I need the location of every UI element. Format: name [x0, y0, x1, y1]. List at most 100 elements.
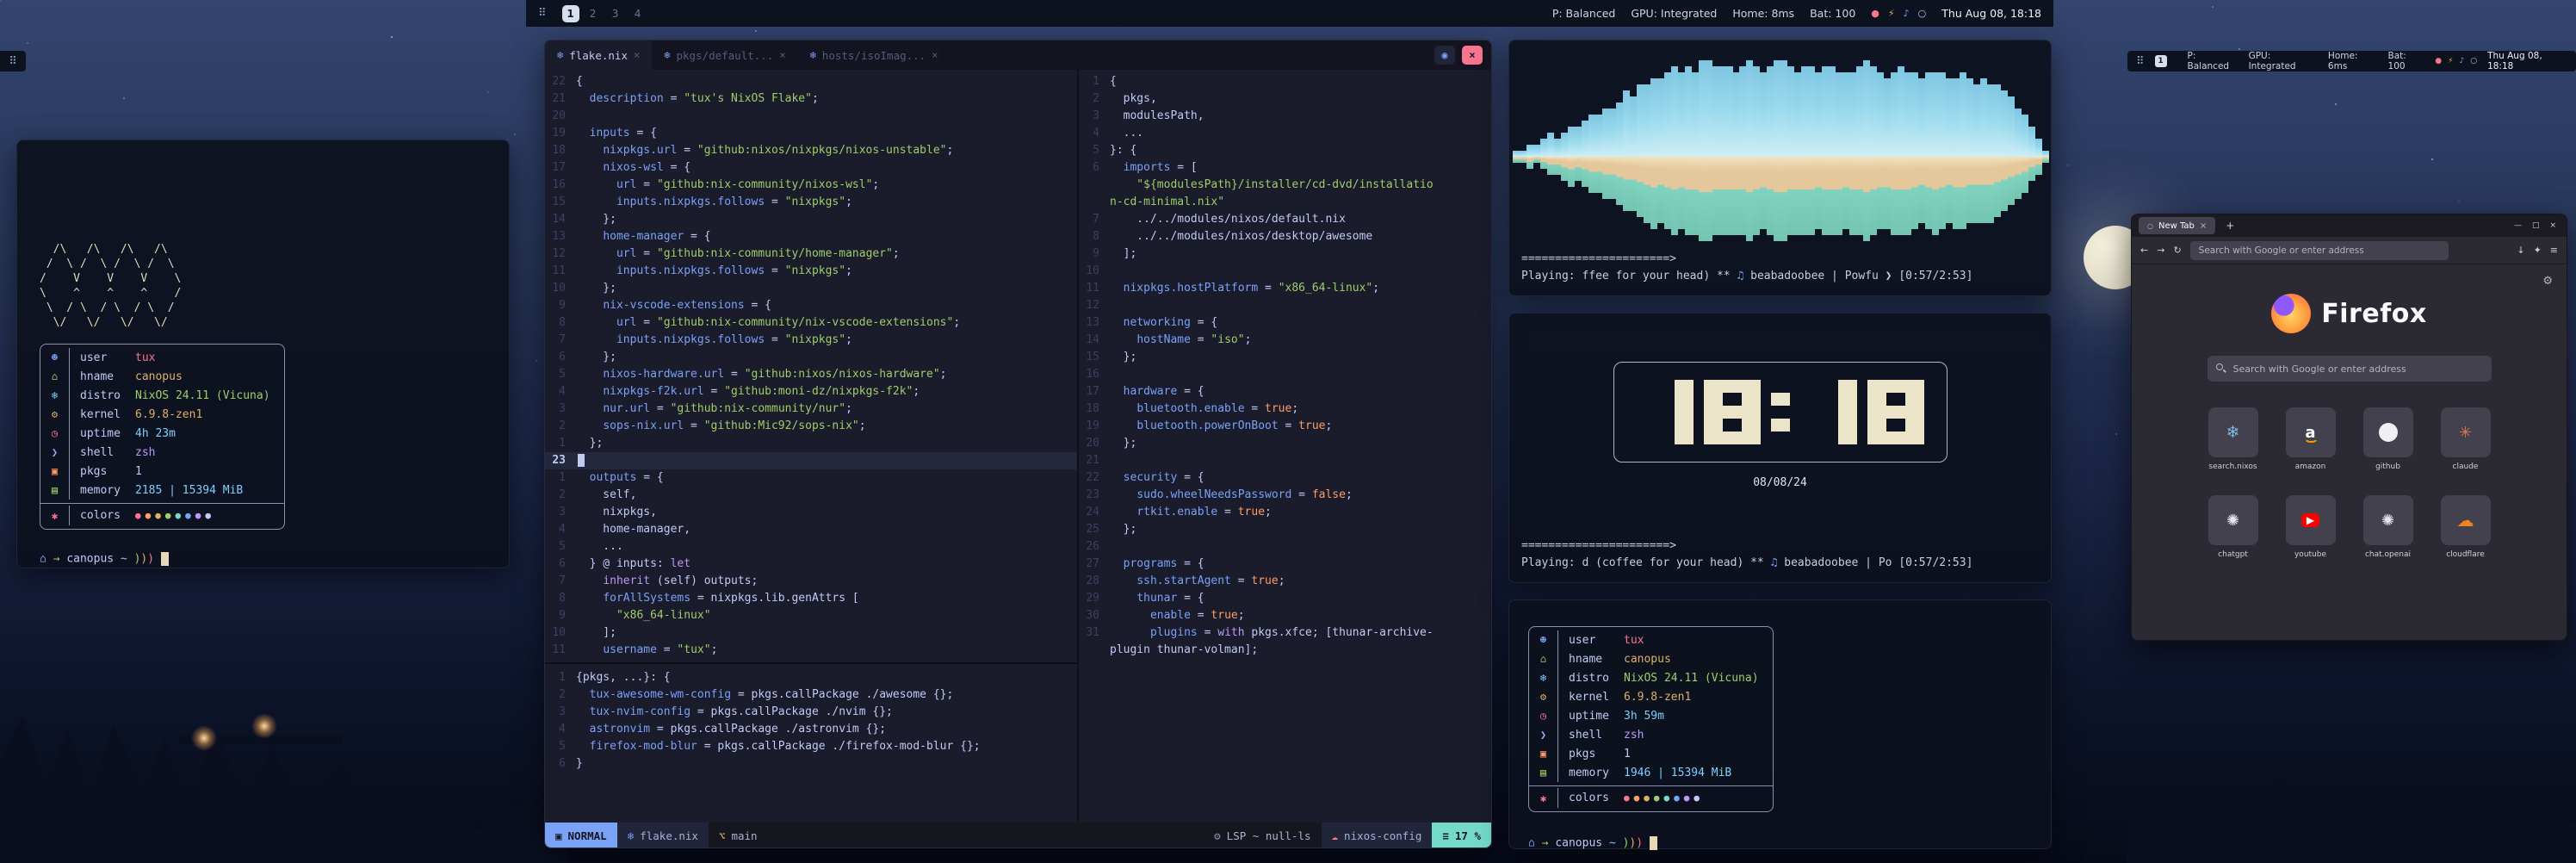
hname-icon: ⌂ — [40, 367, 70, 386]
cava-bar — [1588, 53, 1595, 261]
cava-bar — [1657, 53, 1664, 261]
code-pane-pkgs[interactable]: 1{pkgs, ...}: {2 tux-awesome-wm-config =… — [545, 664, 1077, 823]
session-icon[interactable]: ○ — [1918, 8, 1927, 19]
line-number: 3 — [545, 704, 576, 721]
editor-tab[interactable]: ❄pkgs/default...× — [652, 40, 797, 70]
fetch-label: distro — [1569, 672, 1624, 685]
record-icon[interactable]: ● — [1871, 8, 1879, 19]
cava-visualizer-window[interactable]: ======================> Playing: ffee fo… — [1508, 40, 2052, 296]
fetch-label: uptime — [80, 427, 135, 440]
buffer-toggle-button[interactable]: ◉ — [1434, 46, 1455, 65]
gpu-module[interactable]: GPU: Integrated — [1631, 7, 1717, 20]
minimize-button[interactable]: — — [2514, 221, 2522, 230]
shell-prompt[interactable]: ⌂ → canopus ~ ))) — [1528, 836, 2051, 850]
editor-tabbar: ❄flake.nix×❄pkgs/default...×❄hosts/isoIm… — [545, 40, 1491, 70]
fetch-row-memory: ▤memory2185 | 15394 MiB — [40, 481, 284, 500]
neovim-window[interactable]: ❄flake.nix×❄pkgs/default...×❄hosts/isoIm… — [544, 40, 1492, 848]
progress-arrow-line: ======================> — [1521, 251, 2042, 268]
memory-icon: ▤ — [1529, 763, 1558, 782]
editor-tab[interactable]: ❄flake.nix× — [545, 40, 652, 70]
ping-module[interactable]: Home: 8ms — [1732, 7, 1794, 20]
shortcut-cloudflare[interactable]: ☁cloudflare — [2441, 495, 2491, 559]
editor-tab[interactable]: ❄hosts/isoImag...× — [798, 40, 951, 70]
hamburger-menu-icon[interactable]: ≡ — [2550, 245, 2558, 256]
new-tab-button[interactable]: + — [2222, 220, 2238, 232]
app-menu-icon[interactable]: ⠿ — [9, 55, 17, 68]
claude-icon: ✳ — [2459, 424, 2472, 442]
fetch-value: canopus — [1624, 653, 1685, 666]
code-line: plugin thunar-volman]; — [1079, 642, 1492, 659]
shortcut-chat.openai[interactable]: ✺chat.openai — [2363, 495, 2413, 559]
line-number: 6 — [1079, 159, 1110, 177]
cava-bar — [1664, 53, 1671, 261]
power-profile-module[interactable]: P: Balanced — [1552, 7, 1616, 20]
urlbar-input[interactable] — [2190, 241, 2449, 260]
line-number: 14 — [545, 211, 576, 228]
newtab-search-input[interactable] — [2208, 356, 2492, 382]
forward-icon[interactable]: → — [2157, 245, 2164, 256]
tab-label: hosts/isoImag... — [822, 49, 926, 62]
shortcut-chatgpt[interactable]: ✺chatgpt — [2208, 495, 2258, 559]
cloud-icon: ☁ — [1332, 829, 1339, 842]
workspace-2[interactable]: 2 — [585, 5, 602, 22]
cava-bar — [1616, 53, 1623, 261]
tab-close-icon[interactable]: × — [932, 49, 938, 61]
shortcut-amazon[interactable]: aamazon — [2286, 407, 2336, 471]
app-menu-icon[interactable]: ⠿ — [538, 7, 547, 20]
cava-bar — [1898, 53, 1904, 261]
firefox-newtab-content: ⚙ Firefox ❄search.nixosaamazongithub✳cla… — [2132, 264, 2567, 641]
line-number: 17 — [1079, 383, 1110, 400]
gpu-module[interactable]: GPU: Integrated — [2249, 51, 2318, 71]
workspace-1[interactable]: 1 — [562, 5, 579, 22]
line-number: 28 — [1079, 573, 1110, 590]
fastfetch-info-box: ☻usertux⌂hnamecanopus❄distroNixOS 24.11 … — [1528, 626, 1774, 812]
firefox-window[interactable]: ○ New Tab × + — □ × ← → ↻ ↓ ✦ ≡ ⚙ Firefo… — [2131, 214, 2567, 641]
tab-close-icon[interactable]: × — [634, 49, 640, 61]
workspace-3[interactable]: 3 — [607, 5, 624, 22]
battery-module[interactable]: Bat: 100 — [1810, 7, 1855, 20]
line-number: 7 — [545, 573, 576, 590]
maximize-button[interactable]: □ — [2532, 221, 2540, 230]
playing-text: Playing: d (coffee for your head) ** — [1521, 556, 1764, 569]
shortcut-github[interactable]: github — [2363, 407, 2413, 471]
workspace-4[interactable]: 4 — [629, 5, 647, 22]
power-profile-module[interactable]: P: Balanced — [2188, 51, 2239, 71]
record-icon[interactable]: ● — [2435, 57, 2442, 65]
ping-module[interactable]: Home: 6ms — [2328, 51, 2378, 71]
shortcut-search.nixos[interactable]: ❄search.nixos — [2208, 407, 2258, 471]
firefox-navbar: ← → ↻ ↓ ✦ ≡ — [2132, 237, 2567, 264]
app-menu-icon[interactable]: ⠿ — [2136, 55, 2145, 68]
terminal-window-left[interactable]: /\ /\ /\ /\ / \ / \ / \ / \ / V V V \ \ … — [16, 140, 510, 568]
code-pane-iso[interactable]: 1{2 pkgs,3 modulesPath,4 ...5}: {6 impor… — [1079, 70, 1492, 823]
tab-close-icon[interactable]: × — [779, 49, 785, 61]
code-line: 20 — [545, 108, 1077, 125]
terminal-window-right[interactable]: ☻usertux⌂hnamecanopus❄distroNixOS 24.11 … — [1508, 599, 2052, 849]
tab-close-icon[interactable]: × — [2200, 221, 2207, 231]
workspace-1[interactable]: 1 — [2155, 55, 2167, 67]
clock-module[interactable]: Thu Aug 08, 18:18 — [1941, 7, 2041, 20]
power-icon[interactable]: ⚡ — [2448, 57, 2453, 65]
volume-icon[interactable]: ♪ — [1904, 8, 1910, 19]
newtab-settings-gear-icon[interactable]: ⚙ — [2542, 275, 2553, 288]
back-icon[interactable]: ← — [2140, 245, 2148, 256]
code-pane-flake[interactable]: 22{21 description = "tux's NixOS Flake";… — [545, 70, 1077, 662]
tty-clock-window[interactable]: 08/08/24 ======================> Playing… — [1508, 313, 2052, 583]
fetch-row-memory: ▤memory1946 | 15394 MiB — [1529, 763, 1773, 782]
buffer-close-button[interactable]: × — [1462, 46, 1483, 65]
line-number: 23 — [1079, 487, 1110, 504]
line-number: 19 — [1079, 418, 1110, 435]
shortcut-youtube[interactable]: ▶youtube — [2286, 495, 2336, 559]
extensions-icon[interactable]: ✦ — [2534, 245, 2542, 256]
session-icon[interactable]: ○ — [2470, 57, 2477, 65]
firefox-tab-newtab[interactable]: ○ New Tab × — [2139, 217, 2215, 234]
shell-prompt[interactable]: ⌂ → canopus ~ ))) — [40, 552, 509, 566]
reload-icon[interactable]: ↻ — [2173, 245, 2181, 256]
power-icon[interactable]: ⚡ — [1888, 8, 1895, 19]
battery-module[interactable]: Bat: 100 — [2388, 51, 2425, 71]
close-button[interactable]: × — [2549, 221, 2556, 230]
volume-icon[interactable]: ♪ — [2459, 57, 2464, 65]
clock-module[interactable]: Thu Aug 08, 18:18 — [2487, 51, 2567, 71]
shortcut-claude[interactable]: ✳claude — [2441, 407, 2491, 471]
downloads-icon[interactable]: ↓ — [2517, 245, 2524, 256]
editor-body: 22{21 description = "tux's NixOS Flake";… — [545, 70, 1491, 823]
